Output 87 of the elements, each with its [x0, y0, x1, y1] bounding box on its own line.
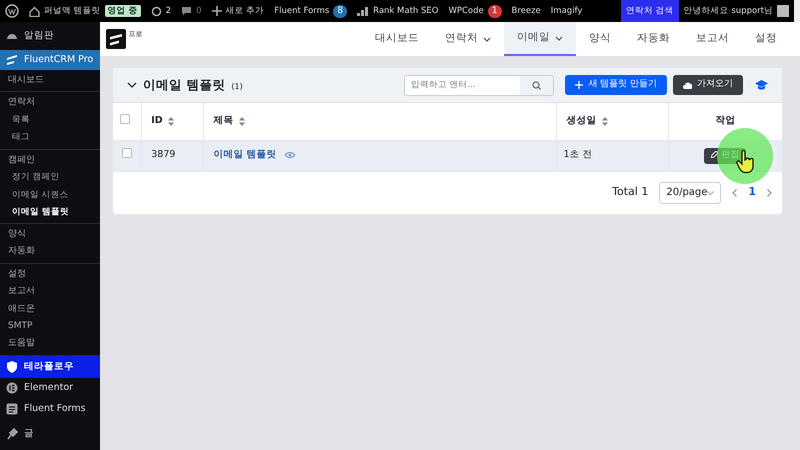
nav-tab[interactable]: 이메일	[504, 22, 576, 56]
toolbar-link[interactable]: Breeze	[512, 4, 541, 18]
column-header[interactable]: 생성일	[566, 114, 608, 128]
create-button[interactable]: 새 템플릿 만들기	[565, 75, 667, 95]
select-all-checkbox[interactable]	[120, 114, 130, 124]
toolbar-link[interactable]: Rank Math SEO	[373, 4, 438, 18]
sidebar-item[interactable]: Fluent Forms	[0, 398, 100, 420]
toolbar-link[interactable]: WPCode	[448, 4, 484, 18]
count-badge: 1	[488, 4, 502, 18]
menu-item[interactable]: 자동화	[0, 244, 100, 261]
menu-item[interactable]: 연락처	[0, 94, 100, 112]
panel-title: 이메일 템플릿	[143, 76, 226, 94]
elementor-icon	[6, 382, 18, 394]
chart-icon	[357, 6, 370, 16]
page-size-select[interactable]: 20/page	[659, 182, 722, 204]
submenu-item[interactable]: 목록	[0, 112, 100, 130]
search-field[interactable]: 입력하고 엔터...	[404, 74, 554, 96]
search-icon	[532, 80, 541, 90]
plus-icon	[575, 81, 584, 89]
wordpress-icon[interactable]	[5, 4, 19, 18]
eye-icon[interactable]	[284, 152, 295, 158]
menu-item[interactable]: 양식	[0, 226, 100, 244]
menu-item[interactable]: 대시보드	[0, 72, 100, 90]
menu-item[interactable]: SMTP	[0, 318, 100, 336]
menu-item[interactable]: 애드온	[0, 300, 100, 318]
table-cell: 3879	[151, 149, 176, 160]
chevron-right-icon[interactable]	[767, 188, 772, 196]
chevron-down-icon	[707, 190, 714, 194]
total-count: Total 1	[612, 184, 648, 200]
menu-item[interactable]: 설정	[0, 266, 100, 284]
column-header[interactable]: ID	[151, 114, 174, 128]
table-cell: 1초 전	[564, 149, 593, 160]
menu-item[interactable]: 보고서	[0, 283, 100, 301]
column-header[interactable]: 제목	[213, 114, 245, 128]
column-header: 작업	[715, 115, 736, 126]
refresh-icon	[150, 6, 162, 16]
sidebar-item[interactable]: FluentCRM Pro	[0, 50, 100, 70]
pencil-icon	[711, 151, 718, 158]
nav-tab[interactable]: 연락처	[432, 22, 504, 56]
pin-icon	[6, 428, 18, 440]
submenu-item[interactable]: 정기 캠페인	[0, 168, 100, 186]
greeting-link[interactable]: 안녕하세요 support님	[684, 4, 773, 18]
contact-search-link[interactable]: 연락처 검색	[620, 0, 679, 22]
nav-tab[interactable]: 자동화	[624, 22, 683, 56]
sidebar-item[interactable]: Elementor	[0, 378, 100, 399]
row-checkbox[interactable]	[122, 148, 132, 158]
template-link[interactable]: 이메일 템플릿	[213, 149, 277, 160]
avatar-icon	[777, 5, 789, 17]
submenu-item[interactable]: 이메일 템플릿	[0, 204, 100, 222]
nav-tab[interactable]: 설정	[742, 22, 790, 56]
plus-icon	[212, 6, 222, 16]
menu-item[interactable]: 도움말	[0, 335, 100, 353]
chevron-down-icon[interactable]	[127, 82, 137, 88]
status-badge: 영업 중	[104, 4, 141, 18]
sort-icon	[168, 116, 174, 126]
toolbar-link[interactable]: Imagify	[550, 4, 582, 18]
sort-icon	[602, 116, 608, 126]
menu-item[interactable]: 캠페인	[0, 152, 100, 169]
shield-icon	[6, 360, 18, 373]
submenu-item[interactable]: 태그	[0, 129, 100, 147]
cloud-upload-icon	[683, 82, 692, 88]
nav-tab[interactable]: 보고서	[683, 22, 742, 56]
sidebar-item[interactable]: 테라플로우	[0, 356, 100, 378]
graduation-cap-icon[interactable]	[755, 80, 768, 90]
hand-cursor-icon	[736, 150, 756, 174]
sort-icon	[238, 116, 245, 126]
sidebar-item[interactable]: 알림판	[0, 22, 100, 50]
form-icon	[6, 403, 18, 416]
update-count[interactable]: 2	[166, 4, 172, 18]
new-link[interactable]: 새로 추가	[226, 4, 264, 18]
comment-icon	[181, 6, 192, 16]
import-button[interactable]: 가져오기	[673, 75, 743, 95]
scrollbar	[794, 0, 800, 22]
toolbar-link[interactable]: Fluent Forms	[274, 4, 330, 18]
home-icon	[29, 6, 40, 16]
count-badge: 8	[333, 4, 348, 18]
sidebar-item[interactable]: 글	[0, 424, 100, 443]
nav-tab[interactable]: 대시보드	[362, 22, 432, 56]
site-link[interactable]: 퍼널맥 템플릿	[44, 4, 101, 18]
logo-icon	[6, 54, 18, 66]
chevron-left-icon[interactable]	[732, 188, 738, 196]
nav-tab[interactable]: 양식	[576, 22, 624, 56]
logo-icon	[106, 29, 126, 49]
page-number[interactable]: 1	[748, 184, 756, 201]
submenu-item[interactable]: 이메일 시퀀스	[0, 186, 100, 204]
item-count: (1)	[231, 80, 243, 92]
comment-count[interactable]: 0	[196, 4, 202, 18]
